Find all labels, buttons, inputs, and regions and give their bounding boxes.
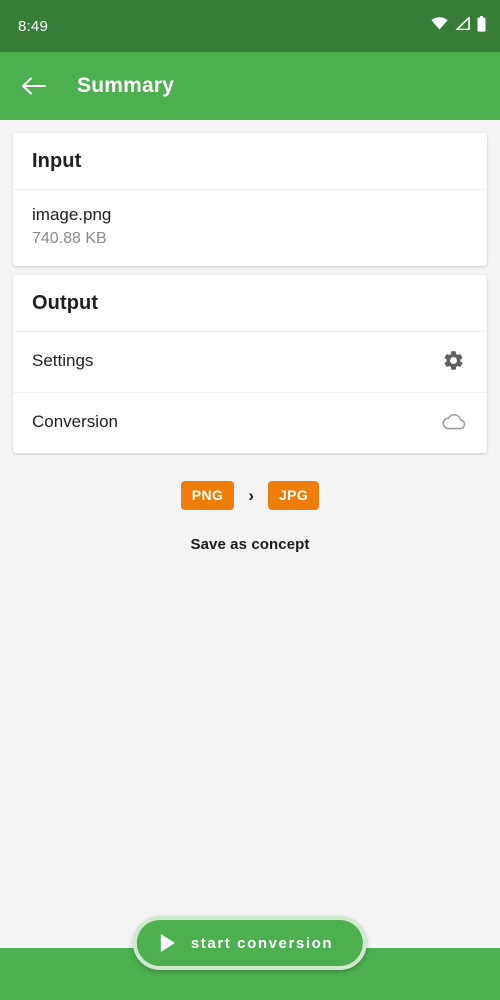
app-bar: Summary [0, 52, 500, 120]
start-conversion-button[interactable]: start conversion [132, 916, 368, 970]
output-card-title: Output [32, 291, 99, 314]
cellular-signal-icon [455, 15, 470, 35]
input-file-row[interactable]: image.png 740.88 KB [13, 190, 487, 266]
output-settings-row[interactable]: Settings [13, 332, 487, 392]
output-conversion-label: Conversion [32, 411, 118, 431]
status-bar-icons [431, 15, 486, 37]
input-card: Input image.png 740.88 KB [13, 133, 487, 266]
status-bar: 8:49 [0, 0, 500, 52]
output-card-header: Output [13, 275, 487, 332]
input-file-size: 740.88 KB [32, 230, 107, 248]
cloud-icon[interactable] [438, 407, 468, 437]
content-area: Input image.png 740.88 KB Output Setting… [0, 120, 500, 553]
save-as-concept-button[interactable]: Save as concept [13, 536, 487, 553]
chevron-right-icon: › [248, 485, 254, 505]
wifi-icon [431, 17, 448, 35]
back-arrow-icon[interactable] [18, 71, 48, 101]
start-conversion-label: start conversion [190, 934, 334, 952]
output-settings-label: Settings [32, 350, 94, 370]
output-conversion-row[interactable]: Conversion [13, 391, 487, 453]
target-format-badge[interactable]: JPG [268, 480, 320, 510]
format-conversion-strip: PNG › JPG [13, 480, 487, 510]
gear-icon[interactable] [438, 346, 468, 376]
output-card: Output Settings Conversion [13, 274, 487, 453]
input-file-info: image.png 740.88 KB [32, 204, 111, 250]
source-format-badge[interactable]: PNG [180, 480, 235, 510]
play-icon [160, 934, 175, 952]
status-bar-time: 8:49 [18, 17, 48, 35]
input-card-title: Input [32, 150, 82, 172]
page-title: Summary [77, 74, 175, 97]
input-file-name: image.png [32, 205, 112, 224]
input-card-header: Input [13, 133, 487, 190]
battery-icon [477, 15, 486, 37]
